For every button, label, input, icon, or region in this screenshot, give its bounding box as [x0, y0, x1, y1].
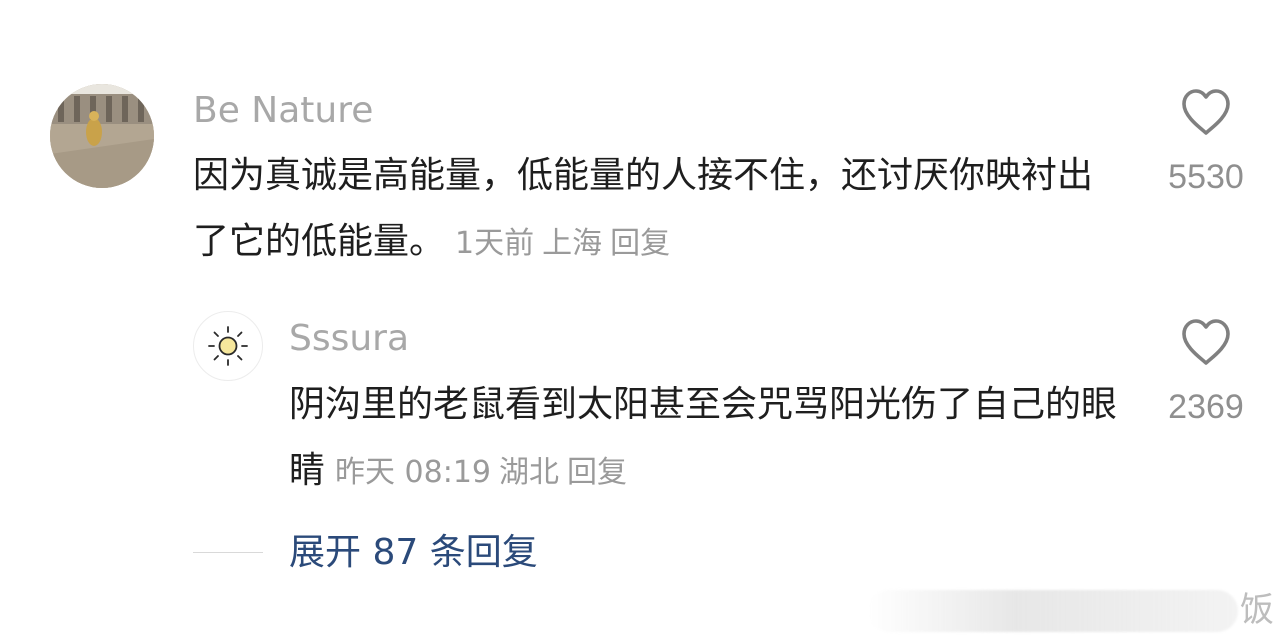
expand-divider: [193, 552, 263, 553]
reply-like-count: 2369: [1168, 388, 1244, 426]
sun-icon: [208, 326, 248, 366]
reply-body: 阴沟里的老鼠看到太阳甚至会咒骂阳光伤了自己的眼睛 昨天 08:19 湖北 回复: [289, 372, 1123, 506]
reply-location: 湖北: [499, 455, 560, 490]
comment-meta: 1天前 上海 回复: [455, 226, 670, 261]
watermark-text: 饭: [1240, 590, 1274, 630]
reply-meta: 昨天 08:19 湖北 回复: [335, 455, 627, 490]
comment-username[interactable]: Be Nature: [193, 89, 373, 133]
reply-username[interactable]: Sssura: [289, 317, 409, 361]
comment-time: 1天前: [455, 226, 535, 261]
user-avatar[interactable]: [50, 84, 154, 188]
heart-outline-icon[interactable]: [1180, 318, 1232, 366]
reply-like[interactable]: 2369: [1151, 318, 1261, 427]
reply-avatar[interactable]: [193, 311, 263, 381]
expand-replies-link[interactable]: 展开 87 条回复: [289, 530, 538, 576]
watermark-bar: [868, 590, 1238, 632]
comment-reply-button[interactable]: 回复: [610, 226, 670, 261]
comment-like[interactable]: 5530: [1151, 88, 1261, 197]
reply-reply-button[interactable]: 回复: [567, 455, 627, 490]
comment-like-count: 5530: [1168, 158, 1244, 196]
comment-body: 因为真诚是高能量，低能量的人接不住，还讨厌你映衬出了它的低能量。 1天前 上海 回复: [193, 143, 1123, 277]
comment-location: 上海: [542, 226, 603, 261]
avatar-photo-icon: [50, 84, 154, 188]
reply-time: 昨天 08:19: [335, 455, 492, 490]
heart-outline-icon[interactable]: [1180, 88, 1232, 136]
comment-thread: Be Nature 因为真诚是高能量，低能量的人接不住，还讨厌你映衬出了它的低能…: [0, 0, 1284, 644]
